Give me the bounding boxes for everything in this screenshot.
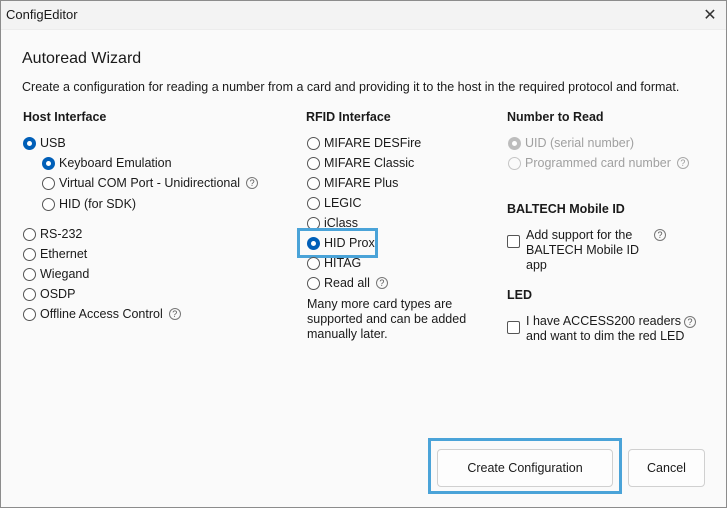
radio-label: HID Prox [324,236,375,250]
radio-legic[interactable]: LEGIC [307,194,362,212]
cancel-button[interactable]: Cancel [628,449,705,487]
radio-icon [307,136,320,150]
help-icon: ? [676,157,689,169]
wizard-heading: Autoread Wizard [22,50,142,67]
mobile-id-checkbox[interactable] [507,235,520,248]
radio-icon [307,276,320,290]
radio-icon [42,197,55,211]
radio-label: LEGIC [324,196,362,210]
radio-mifare-desfire[interactable]: MIFARE DESFire [307,134,421,152]
radio-label: MIFARE DESFire [324,136,422,150]
radio-mifare-classic[interactable]: MIFARE Classic [307,154,414,172]
radio-hid-prox[interactable]: HID Prox [307,234,375,252]
help-icon[interactable]: ? [246,177,259,189]
radio-icon [307,256,320,270]
radio-label: Wiegand [40,267,90,281]
wizard-content: Autoread Wizard Create a configuration f… [1,30,726,507]
radio-icon [23,267,36,281]
radio-checked-icon [23,136,36,150]
radio-programmed-card-number: Programmed card number ? [508,154,689,172]
help-icon[interactable]: ? [375,277,388,289]
radio-label: RS-232 [40,227,83,241]
mobile-id-title: BALTECH Mobile ID [507,202,625,216]
radio-label: HID (for SDK) [59,197,137,211]
number-to-read-title: Number to Read [507,110,604,124]
radio-icon [307,196,320,210]
radio-rs232[interactable]: RS-232 [23,225,82,243]
rfid-interface-title: RFID Interface [306,110,391,124]
led-title: LED [507,288,532,302]
radio-label: Ethernet [40,247,88,261]
radio-ethernet[interactable]: Ethernet [23,245,87,263]
radio-usb-label: USB [40,136,66,150]
rfid-note: Many more card types are supported and c… [307,297,467,341]
title-bar: ConfigEditor ✕ [1,1,726,30]
radio-checked-icon [307,236,320,250]
radio-label: MIFARE Plus [324,176,399,190]
window-title: ConfigEditor [6,7,78,22]
host-interface-title: Host Interface [23,110,107,124]
radio-label: OSDP [40,287,76,301]
radio-mifare-plus[interactable]: MIFARE Plus [307,174,398,192]
radio-icon [307,176,320,190]
radio-label: UID (serial number) [525,136,635,150]
radio-keyboard-emulation[interactable]: Keyboard Emulation [42,154,172,172]
radio-label: Offline Access Control [40,307,163,321]
radio-checked-icon [42,156,55,170]
led-checkbox[interactable] [507,321,520,334]
radio-label: Read all [324,276,370,290]
radio-osdp[interactable]: OSDP [23,285,75,303]
mobile-id-checkbox-label: Add support for the BALTECH Mobile ID ap… [526,228,639,272]
wizard-description: Create a configuration for reading a num… [22,80,680,94]
create-configuration-button[interactable]: Create Configuration [437,449,613,487]
radio-checked-icon [508,136,521,150]
radio-label: Keyboard Emulation [59,156,172,170]
radio-hitag[interactable]: HITAG [307,254,361,272]
radio-hid-sdk[interactable]: HID (for SDK) [42,195,136,213]
radio-label: MIFARE Classic [324,156,415,170]
help-icon[interactable]: ? [168,308,181,320]
radio-wiegand[interactable]: Wiegand [23,265,89,283]
radio-icon [23,287,36,301]
radio-label: HITAG [324,256,362,270]
radio-label: Programmed card number [525,156,671,170]
config-editor-window: ConfigEditor ✕ Autoread Wizard Create a … [0,0,727,508]
radio-uid: UID (serial number) [508,134,634,152]
close-icon[interactable]: ✕ [698,3,722,27]
radio-icon [307,156,320,170]
radio-usb[interactable]: USB [23,134,66,152]
radio-offline-access-control[interactable]: Offline Access Control ? [23,305,181,323]
radio-icon [508,156,521,170]
radio-icon [23,227,36,241]
radio-icon [23,307,36,321]
radio-virtual-com-port[interactable]: Virtual COM Port - Unidirectional ? [42,174,259,192]
help-icon[interactable]: ? [654,229,666,241]
led-checkbox-label: I have ACCESS200 readers and want to dim… [526,314,685,343]
radio-label: Virtual COM Port - Unidirectional [59,176,241,190]
radio-read-all[interactable]: Read all ? [307,274,388,292]
radio-icon [42,176,55,190]
help-icon[interactable]: ? [684,316,696,328]
radio-icon [23,247,36,261]
